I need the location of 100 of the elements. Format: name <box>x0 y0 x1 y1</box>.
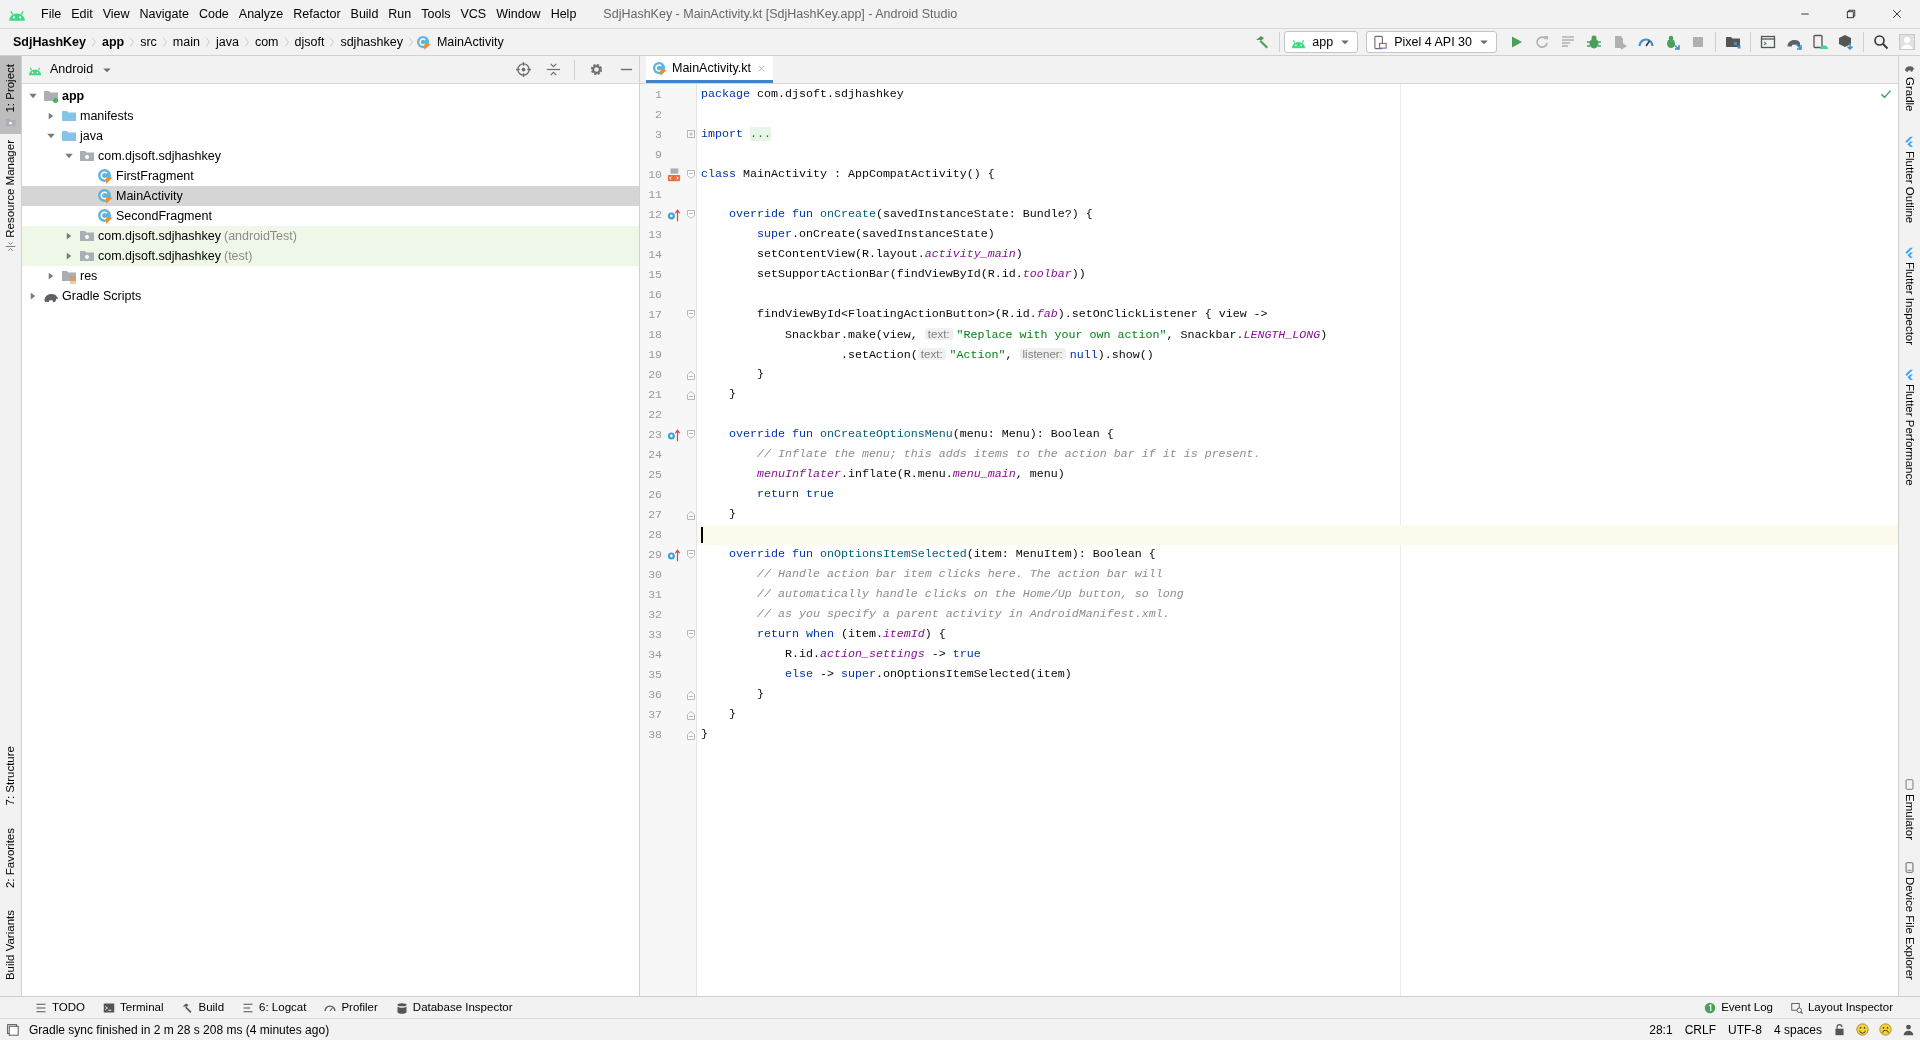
device-dropdown[interactable]: Pixel 4 API 30 <box>1366 31 1497 53</box>
run-config-dropdown[interactable]: app <box>1284 31 1359 53</box>
fold-marker-icon[interactable] <box>686 389 696 401</box>
tree-row[interactable]: res <box>22 266 639 286</box>
indent-setting[interactable]: 4 spaces <box>1767 1020 1828 1039</box>
menu-item[interactable]: File <box>36 2 67 26</box>
tool-window-button[interactable]: Database Inspector <box>386 998 522 1017</box>
tool-windows-icon[interactable] <box>6 1023 19 1036</box>
bug-icon[interactable] <box>1586 34 1602 50</box>
tree-item-label: app <box>62 87 85 105</box>
breadcrumb-item[interactable]: sdjhashkey <box>340 32 403 52</box>
tool-window-tab[interactable]: Flutter Performance <box>1899 362 1920 492</box>
close-icon <box>1891 8 1903 20</box>
breadcrumb-item[interactable]: main <box>172 32 200 52</box>
tree-row[interactable]: com.djsoft.sdjhashkey (test) <box>22 246 639 266</box>
tool-window-button[interactable]: Profiler <box>315 998 387 1017</box>
tool-window-tab[interactable]: Gradle <box>1899 56 1920 118</box>
tool-window-button[interactable]: TODO <box>26 998 94 1017</box>
override-icon[interactable] <box>667 428 681 442</box>
collapse-all-icon[interactable] <box>545 62 561 77</box>
editor-tab[interactable]: MainActivity.kt <box>646 56 773 83</box>
bug-arrow-icon[interactable] <box>1664 34 1680 50</box>
fold-marker-icon[interactable] <box>686 429 696 441</box>
menu-item[interactable]: VCS <box>455 2 492 26</box>
menu-item[interactable]: Window <box>491 2 546 26</box>
tool-window-tab[interactable]: 1: Project <box>0 56 21 134</box>
tree-row[interactable]: com.djsoft.sdjhashkey (androidTest) <box>22 226 639 246</box>
tree-row[interactable]: java <box>22 126 639 146</box>
caret-position[interactable]: 28:1 <box>1643 1020 1679 1039</box>
override-icon[interactable] <box>667 548 681 562</box>
menu-item[interactable]: Build <box>345 2 384 26</box>
override-icon[interactable] <box>667 208 681 222</box>
menu-item[interactable]: Help <box>545 2 582 26</box>
folder-grid-icon[interactable] <box>1725 34 1741 50</box>
breadcrumb-item[interactable]: djsoft <box>294 32 325 52</box>
fold-marker-icon[interactable] <box>686 629 696 641</box>
tool-window-tab[interactable]: 7: Structure <box>0 740 21 812</box>
tool-window-button[interactable]: Build <box>172 998 234 1017</box>
person-icon[interactable] <box>1902 1023 1915 1036</box>
fold-marker-icon[interactable] <box>686 509 696 521</box>
line-number: 2 <box>654 107 662 124</box>
breadcrumb-item[interactable]: MainActivity <box>436 32 504 52</box>
fold-marker-icon[interactable] <box>686 309 696 321</box>
line-separator[interactable]: CRLF <box>1678 1020 1722 1039</box>
tool-window-tab[interactable]: Flutter Outline <box>1899 129 1920 229</box>
fold-marker-icon[interactable] <box>686 369 696 381</box>
phone-android-icon[interactable] <box>1812 34 1828 50</box>
locate-icon[interactable] <box>515 62 531 77</box>
menu-item[interactable]: Navigate <box>134 2 194 26</box>
tool-window-tab[interactable]: Resource Manager <box>0 133 21 259</box>
sad-face-icon[interactable] <box>1879 1023 1892 1036</box>
tree-row[interactable]: MainActivity <box>22 186 639 206</box>
fold-marker-icon[interactable] <box>686 549 696 561</box>
lock-icon[interactable] <box>1833 1023 1846 1036</box>
box-download-icon[interactable] <box>1838 34 1854 50</box>
file-encoding[interactable]: UTF-8 <box>1721 1020 1768 1039</box>
expand-fold-icon[interactable] <box>686 129 696 141</box>
menu-item[interactable]: Edit <box>66 2 98 26</box>
fold-marker-icon[interactable] <box>686 689 696 701</box>
breadcrumb-item[interactable]: SdjHashKey <box>13 32 86 52</box>
tree-row[interactable]: com.djsoft.sdjhashkey <box>22 146 639 166</box>
tree-row[interactable]: manifests <box>22 106 639 126</box>
tool-window-button[interactable]: Event Log <box>1695 998 1782 1017</box>
tree-row[interactable]: SecondFragment <box>22 206 639 226</box>
menu-item[interactable]: Run <box>383 2 417 26</box>
fold-marker-icon[interactable] <box>686 709 696 721</box>
screen-icon[interactable] <box>1760 34 1776 50</box>
menu-item[interactable]: Code <box>193 2 234 26</box>
tool-window-button[interactable]: 6: Logcat <box>233 998 316 1017</box>
fold-marker-icon[interactable] <box>686 729 696 741</box>
hammer-icon[interactable] <box>1254 34 1271 50</box>
tool-window-button[interactable]: Layout Inspector <box>1781 998 1902 1017</box>
tree-row[interactable]: app <box>22 86 639 106</box>
menu-item[interactable]: Analyze <box>233 2 289 26</box>
settings-icon[interactable] <box>588 62 604 77</box>
tool-window-button[interactable]: Terminal <box>94 998 173 1017</box>
source-set-label: (test) <box>224 247 253 265</box>
tool-window-tab[interactable]: Emulator <box>1899 773 1920 847</box>
happy-face-icon[interactable] <box>1856 1023 1869 1036</box>
menu-item[interactable]: Tools <box>416 2 456 26</box>
fold-marker-icon[interactable] <box>686 169 696 181</box>
tree-row[interactable]: FirstFragment <box>22 166 639 186</box>
tool-window-tab[interactable]: Flutter Inspector <box>1899 240 1920 351</box>
view-dropdown[interactable]: Android <box>28 60 114 79</box>
tool-window-tab[interactable]: 2: Favorites <box>0 821 21 894</box>
breadcrumb-item[interactable]: com <box>254 32 279 52</box>
menu-item[interactable]: View <box>97 2 135 26</box>
breadcrumb-item[interactable]: src <box>140 32 157 52</box>
breadcrumb-item[interactable]: app <box>101 32 125 52</box>
breadcrumb-item[interactable]: java <box>215 32 239 52</box>
search-icon[interactable] <box>1873 34 1889 50</box>
code-line: super.onCreate(savedInstanceState) <box>755 226 995 244</box>
layout-file-icon[interactable] <box>667 168 681 182</box>
tool-window-tab[interactable]: Device File Explorer <box>1899 856 1920 986</box>
menu-item[interactable]: Refactor <box>288 2 346 26</box>
line-number: 13 <box>647 227 662 244</box>
line-number: 30 <box>647 567 662 584</box>
fold-marker-icon[interactable] <box>686 209 696 221</box>
tree-row[interactable]: Gradle Scripts <box>22 286 639 306</box>
tool-window-tab[interactable]: Build Variants <box>0 903 21 986</box>
